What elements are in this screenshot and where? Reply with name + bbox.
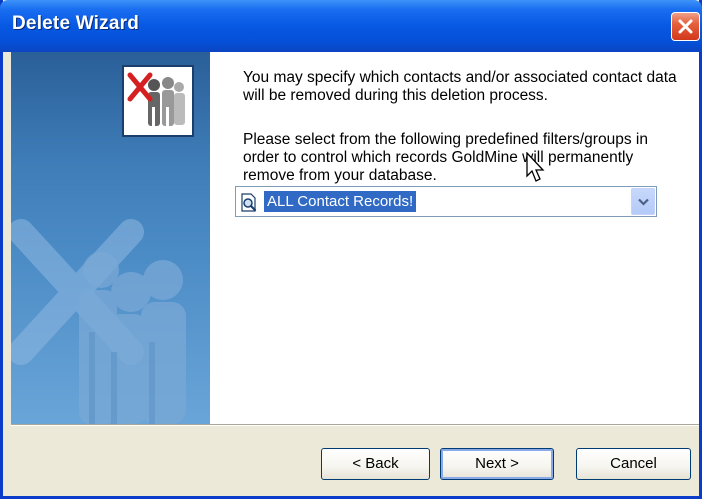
back-button[interactable]: < Back xyxy=(321,448,430,480)
intro-text: You may specify which contacts and/or as… xyxy=(243,69,677,104)
filter-group-dropdown[interactable]: ALL Contact Records! xyxy=(235,186,657,217)
chevron-down-icon xyxy=(638,198,649,206)
selected-filter: ALL Contact Records! xyxy=(264,191,417,212)
dropdown-arrow-button[interactable] xyxy=(631,188,655,215)
select-instructions: Please select from the following predefi… xyxy=(243,131,648,184)
wizard-body: You may specify which contacts and/or as… xyxy=(11,52,699,424)
close-icon xyxy=(678,19,693,34)
next-button[interactable]: Next > xyxy=(440,448,554,480)
window-title: Delete Wizard xyxy=(12,13,140,34)
delete-contacts-icon xyxy=(124,67,192,135)
wizard-instructions: You may specify which contacts and/or as… xyxy=(243,69,683,185)
cancel-button[interactable]: Cancel xyxy=(576,448,691,480)
title-bar[interactable]: Delete Wizard xyxy=(0,0,702,52)
close-button[interactable] xyxy=(671,12,700,41)
delete-wizard-window: Delete Wizard You may specify which cont… xyxy=(0,0,702,499)
delete-contacts-logo xyxy=(122,65,194,137)
wizard-side-banner xyxy=(11,52,210,424)
button-separator xyxy=(11,424,699,426)
magnifier-document-icon xyxy=(241,193,257,212)
mouse-cursor-icon xyxy=(526,152,545,182)
